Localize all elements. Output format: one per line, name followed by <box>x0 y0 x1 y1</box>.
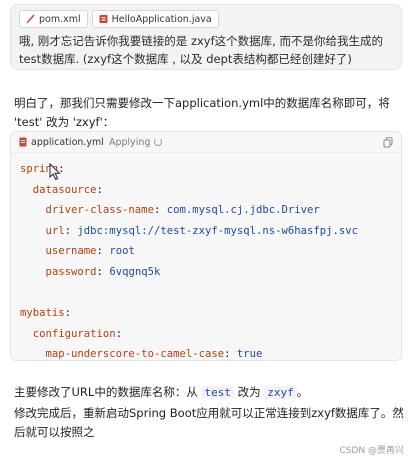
assistant-intro-text: 明白了，那我们只需要修改一下application.yml中的数据库名称即可，将… <box>14 96 390 129</box>
apply-status: Applying <box>108 136 151 148</box>
yaml-file-icon <box>19 137 27 147</box>
code-filename[interactable]: application.yml <box>31 137 104 148</box>
attachment-label: HelloApplication.java <box>111 13 212 25</box>
code-line: password: 6vqgnq5k <box>45 265 161 278</box>
code-line: spring: <box>20 163 65 175</box>
code-block-header: application.yml Applying <box>11 132 401 153</box>
loading-spinner-icon <box>154 138 163 146</box>
code-line: mybatis: <box>20 307 72 320</box>
summary-text: 主要修改了URL中的数据库名称：从 test 改为 zxyf。 <box>14 385 309 399</box>
code-block: application.yml Applying spring: datasou… <box>10 131 402 361</box>
mouse-cursor-icon <box>49 163 61 181</box>
inline-code-old: test <box>201 386 234 399</box>
attachment-label: pom.xml <box>39 13 81 25</box>
code-line: username: root <box>45 245 135 258</box>
code-line: url: jdbc:mysql://test-zxyf-mysql.ns-w6h… <box>45 224 359 237</box>
java-file-icon <box>99 15 108 23</box>
code-line: datasource: <box>32 183 103 196</box>
attachment-list: pom.xml HelloApplication.java <box>19 10 393 28</box>
attachment-chip-java[interactable]: HelloApplication.java <box>91 10 219 28</box>
code-content: spring: datasource: driver-class-name: c… <box>11 153 401 361</box>
copy-icon[interactable] <box>383 136 393 148</box>
followup-text: 修改完成后，重新启动Spring Boot应用就可以正常连接到zxyf数据库了。… <box>14 406 404 439</box>
watermark: CSDN @贾再兴 <box>339 446 404 456</box>
code-line: driver-class-name: com.mysql.cj.jdbc.Dri… <box>45 204 320 217</box>
code-line: configuration: <box>32 327 123 340</box>
attachment-chip-pom[interactable]: pom.xml <box>19 10 88 28</box>
inline-code-new: zxyf <box>264 386 297 399</box>
user-message-bubble: pom.xml HelloApplication.java 哦, 刚才忘记告诉你… <box>10 4 402 70</box>
xml-file-icon <box>26 14 35 24</box>
user-message-text: 哦, 刚才忘记告诉你我要链接的是 zxyf这个数据库, 而不是你给我生成的tes… <box>19 34 383 66</box>
code-line: map-underscore-to-camel-case: true <box>45 348 263 361</box>
